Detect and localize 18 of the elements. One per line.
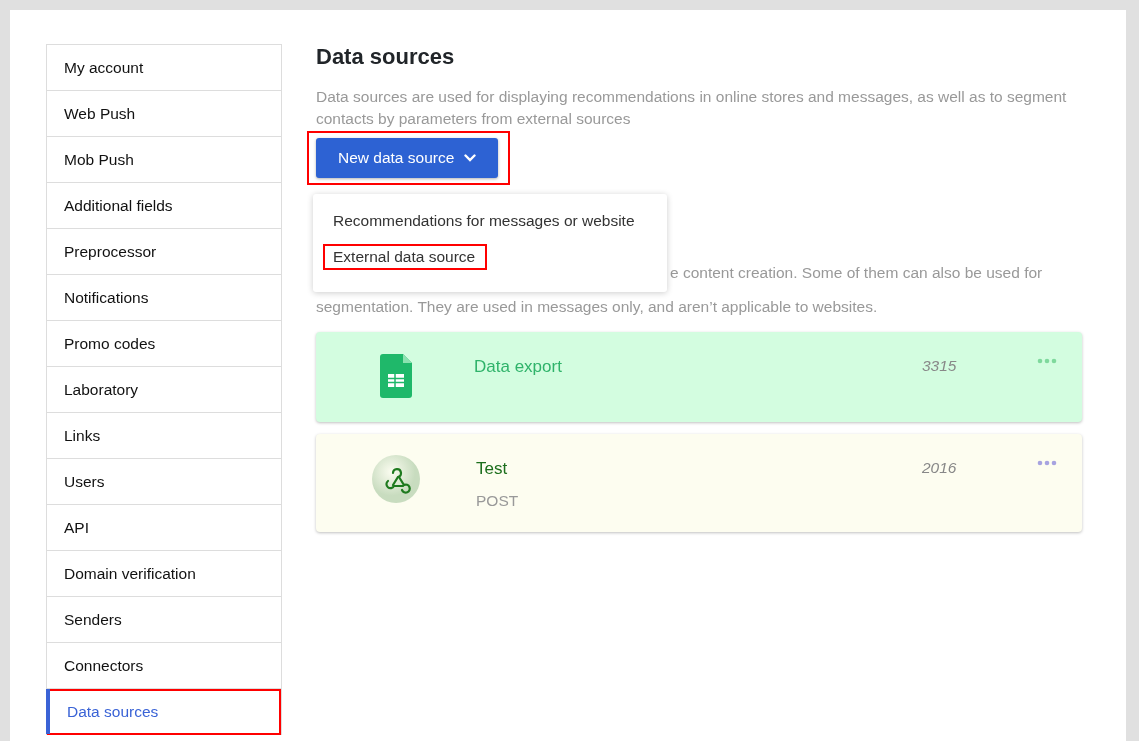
record-count: 2016	[922, 457, 958, 478]
page-title: Data sources	[316, 44, 456, 71]
webhook-icon	[371, 453, 421, 504]
page-description: Data sources are used for displaying recommendations in online stores and messages, as well as to segment contacts by parameters from external sources	[316, 87, 1068, 130]
data-source-name: Test	[476, 457, 509, 480]
new-data-source-button[interactable]: New data source	[316, 138, 499, 178]
chevron-down-icon	[464, 154, 477, 162]
sidebar-item[interactable]: Data sources	[47, 689, 281, 735]
description-text: e content creation. Some of them can also be used for	[670, 262, 1043, 283]
dropdown-item[interactable]: Recommendations for messages or website	[323, 208, 647, 234]
more-options-icon[interactable]	[1037, 459, 1057, 466]
spreadsheet-icon	[380, 353, 412, 398]
more-options-icon[interactable]	[1037, 357, 1057, 364]
request-method: POST	[476, 491, 520, 512]
description-text: segmentation. They are used in messages only, and aren’t applicable to websites.	[316, 296, 879, 317]
data-source-name: Data export	[474, 355, 563, 378]
dropdown-item[interactable]: External data source	[323, 244, 488, 270]
record-count: 3315	[922, 355, 958, 376]
